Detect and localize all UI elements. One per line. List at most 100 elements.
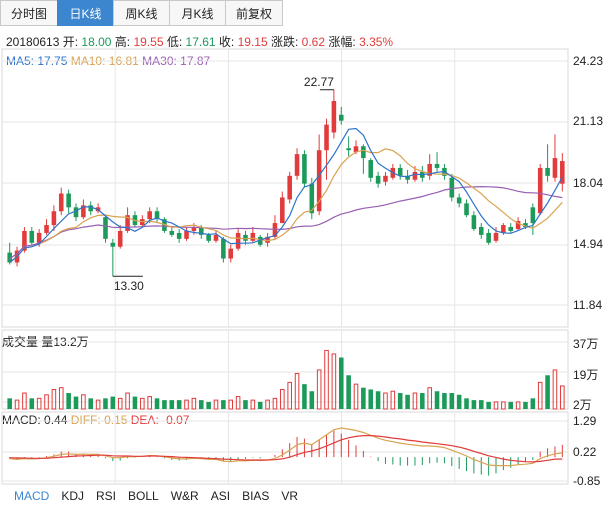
volume-bar	[198, 400, 204, 409]
volume-bar	[110, 396, 116, 409]
volume-bar	[73, 396, 79, 409]
candle-body	[169, 230, 175, 235]
candle-body	[176, 232, 182, 239]
volume-bar	[383, 392, 388, 410]
candle-body	[530, 207, 536, 224]
candle-body	[36, 232, 42, 243]
candle-body	[235, 232, 241, 249]
candle-body	[213, 234, 219, 241]
candle-body	[324, 124, 329, 151]
volume-bar	[272, 397, 278, 410]
volume-bar	[368, 389, 374, 409]
candle-body	[361, 146, 366, 159]
volume-bar	[434, 391, 440, 409]
volume-bar	[132, 396, 138, 409]
candle-body	[110, 242, 116, 247]
ma30-line	[9, 185, 563, 260]
candle-body	[346, 148, 351, 151]
volume-bar	[309, 391, 315, 409]
candle-body	[464, 203, 469, 216]
candle-body	[51, 211, 57, 226]
volume-bar	[280, 388, 285, 410]
candle-body	[434, 163, 440, 168]
volume-bar	[154, 398, 160, 409]
candle-body	[228, 248, 234, 259]
candle-body	[147, 211, 152, 220]
volume-bar	[331, 353, 337, 410]
dea-line	[9, 435, 563, 463]
candle-body	[44, 225, 49, 233]
volume-bar	[537, 381, 543, 410]
volume-bar	[29, 398, 35, 409]
volume-bar	[478, 400, 484, 409]
candle-body	[478, 227, 484, 235]
candle-body	[287, 175, 292, 200]
candle-body	[397, 167, 403, 176]
candle-body	[552, 158, 558, 178]
ma5-line	[9, 127, 563, 263]
volume-bar	[420, 393, 425, 409]
volume-bar	[22, 392, 27, 410]
candle-body	[486, 232, 491, 243]
volume-bar	[412, 392, 418, 410]
candle-body	[88, 205, 94, 212]
candle-body	[206, 234, 211, 241]
volume-bar	[545, 375, 550, 409]
volume-bar	[390, 390, 396, 410]
volume-bar	[294, 373, 300, 410]
volume-bar	[243, 400, 248, 409]
candle-body	[338, 114, 344, 121]
volume-bar	[51, 388, 57, 410]
high-marker-label: 22.77	[304, 75, 334, 89]
volume-bar	[162, 400, 167, 409]
volume-bar	[427, 387, 432, 410]
candle-body	[471, 215, 477, 229]
volume-bar	[324, 349, 329, 410]
candle-body	[103, 217, 108, 239]
candle-body	[508, 227, 514, 231]
volume-bar	[58, 387, 64, 410]
diff-line	[9, 427, 563, 467]
candle-body	[449, 177, 455, 198]
volume-bar	[449, 393, 455, 409]
candle-body	[73, 207, 79, 218]
volume-bar	[375, 391, 381, 409]
candle-body	[545, 167, 550, 176]
volume-bar	[228, 399, 234, 410]
candle-body	[58, 193, 64, 212]
volume-bar	[184, 399, 189, 410]
volume-bar	[169, 400, 175, 409]
volume-bar	[206, 401, 211, 409]
volume-bar	[103, 398, 108, 409]
volume-bar	[552, 369, 558, 410]
volume-bar	[471, 400, 477, 409]
volume-bar	[338, 357, 344, 409]
candle-body	[184, 230, 189, 239]
volume-bar	[7, 398, 12, 409]
volume-bar	[257, 401, 263, 409]
volume-bar	[493, 401, 499, 410]
candle-body	[117, 230, 123, 247]
volume-bar	[456, 394, 462, 409]
candle-body	[66, 193, 71, 208]
low-marker-label: 13.30	[114, 279, 144, 293]
volume-bar	[530, 398, 536, 409]
volume-bar	[523, 401, 528, 409]
volume-bar	[346, 375, 351, 409]
candle-body	[375, 175, 381, 184]
kline-chart: 22.77 13.30	[1, 48, 569, 485]
volume-bar	[88, 398, 94, 409]
volume-bar	[14, 399, 20, 410]
volume-bar	[191, 397, 197, 410]
volume-bar	[221, 400, 226, 409]
volume-bar	[501, 401, 506, 410]
volume-bar	[405, 394, 410, 409]
candle-body	[456, 197, 462, 204]
volume-bar	[125, 392, 130, 410]
candle-body	[412, 171, 418, 180]
volume-bar	[66, 393, 71, 409]
candle-body	[537, 167, 543, 214]
macd-panel-frame	[1, 411, 569, 485]
volume-bar	[508, 401, 514, 409]
candle-body	[221, 238, 226, 259]
